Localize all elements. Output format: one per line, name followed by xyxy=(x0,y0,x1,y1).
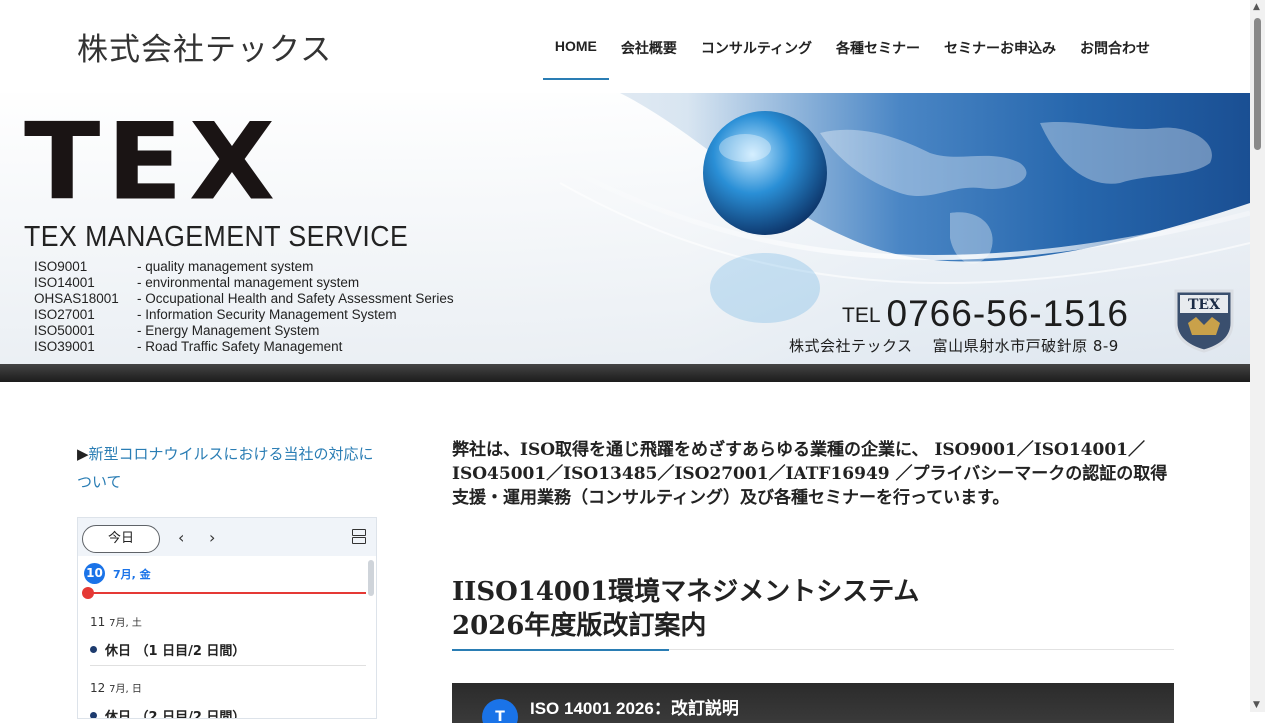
event-dot-icon xyxy=(90,646,97,653)
section-title-line1: IISO14001環境マネジメントシステム xyxy=(452,577,920,607)
covid-notice-text: 新型コロナウイルスにおける当社の対応について xyxy=(77,445,374,491)
tex-logo: TEX xyxy=(24,100,282,225)
channel-avatar[interactable]: T xyxy=(482,699,518,723)
iso-desc: - Road Traffic Safety Management xyxy=(137,339,343,354)
iso-row: ISO9001 - quality management system xyxy=(34,259,454,275)
title-divider-accent xyxy=(452,649,669,651)
tel-label: TEL xyxy=(842,304,881,327)
today-date-circle: 10 xyxy=(84,563,105,584)
scroll-up-arrow-icon[interactable]: ▲ xyxy=(1253,2,1260,12)
hero-banner: TEX TEX MANAGEMENT SERVICE ISO9001 - qual… xyxy=(0,93,1250,382)
section-title-line2: 2026年度版改訂案内 xyxy=(452,611,707,641)
calendar-day: 12 7月, 日 休日 （2 日目/2 日間） xyxy=(90,680,366,719)
iso-desc: - Information Security Management System xyxy=(137,307,397,322)
nav-seminars[interactable]: 各種セミナー xyxy=(824,34,932,80)
tel-number: 0766-56-1516 xyxy=(886,293,1129,334)
iso-row: OHSAS18001 - Occupational Health and Safe… xyxy=(34,291,454,307)
iso-row: ISO50001 - Energy Management System xyxy=(34,323,454,339)
page-scrollbar[interactable]: ▲ ▼ xyxy=(1250,0,1265,712)
calendar-scrollbar[interactable] xyxy=(368,560,374,596)
company-name: 株式会社テックス xyxy=(789,337,913,355)
scroll-down-arrow-icon[interactable]: ▼ xyxy=(1253,700,1260,710)
calendar-day-header: 11 7月, 土 xyxy=(90,614,366,629)
day-number: 12 xyxy=(90,681,106,695)
chevron-right-icon[interactable]: › xyxy=(209,528,215,547)
site-header: 株式会社テックス HOME 会社概要 コンサルティング 各種セミナー セミナーお… xyxy=(0,0,1250,93)
current-time-dot xyxy=(82,587,94,599)
banner-bottom-bar xyxy=(0,364,1250,382)
iso-desc: - Energy Management System xyxy=(137,323,320,338)
nav-contact[interactable]: お問合わせ xyxy=(1068,34,1162,80)
iso-code: ISO39001 xyxy=(34,339,95,354)
iso-desc: - environmental management system xyxy=(137,275,360,290)
day-divider xyxy=(90,665,366,666)
banner-company-address: 株式会社テックス 富山県射水市戸破針原 8-9 xyxy=(789,335,1119,356)
iso-row: ISO27001 - Information Security Managemen… xyxy=(34,307,454,323)
main-nav: HOME 会社概要 コンサルティング 各種セミナー セミナーお申込み お問合わせ xyxy=(542,34,1162,80)
event-dot-icon xyxy=(90,712,97,718)
google-calendar-widget: 今日 ‹ › 10 7月, 金 11 7月, 土 休日 （1 日目/2 日間） … xyxy=(77,517,377,719)
calendar-event[interactable]: 休日 （1 日目/2 日間） xyxy=(90,640,366,659)
iso-standards-list: ISO9001 - quality management system ISO14… xyxy=(34,259,454,355)
current-time-line xyxy=(88,592,366,594)
tex-shield-badge-icon: TEX xyxy=(1174,289,1234,353)
day-number: 11 xyxy=(90,615,106,629)
iso-desc: - Occupational Health and Safety Assessm… xyxy=(137,291,454,306)
site-title[interactable]: 株式会社テックス xyxy=(77,24,332,69)
calendar-day-header: 12 7月, 日 xyxy=(90,680,366,695)
calendar-today: 10 7月, 金 xyxy=(84,563,151,584)
nav-company[interactable]: 会社概要 xyxy=(609,34,689,80)
iso-code: ISO9001 xyxy=(34,259,88,274)
triangle-icon: ▶ xyxy=(77,445,89,463)
banner-subtitle: TEX MANAGEMENT SERVICE xyxy=(24,221,409,253)
nav-consulting[interactable]: コンサルティング xyxy=(689,34,824,80)
calendar-agenda: 10 7月, 金 11 7月, 土 休日 （1 日目/2 日間） 12 7月, … xyxy=(78,556,366,718)
scrollbar-thumb[interactable] xyxy=(1254,18,1261,150)
iso-code: ISO27001 xyxy=(34,307,95,322)
day-date: 7月, 日 xyxy=(109,684,142,695)
company-address: 富山県射水市戸破針原 8-9 xyxy=(932,337,1119,355)
iso-code: ISO50001 xyxy=(34,323,95,338)
event-title: 休日 （1 日目/2 日間） xyxy=(105,644,246,659)
video-title[interactable]: ISO 14001 2026：改訂説明 xyxy=(530,694,739,719)
event-title: 休日 （2 日目/2 日間） xyxy=(105,710,246,719)
iso-row: ISO14001 - environmental management syste… xyxy=(34,275,454,291)
calendar-day: 11 7月, 土 休日 （1 日目/2 日間） xyxy=(90,614,366,659)
section-title: IISO14001環境マネジメントシステム 2026年度版改訂案内 xyxy=(452,575,1172,643)
iso-row: ISO39001 - Road Traffic Safety Management xyxy=(34,339,454,355)
iso-code: ISO14001 xyxy=(34,275,95,290)
covid-notice-link[interactable]: ▶新型コロナウイルスにおける当社の対応について xyxy=(77,440,377,496)
calendar-event[interactable]: 休日 （2 日目/2 日間） xyxy=(90,706,366,719)
intro-text: 弊社は、ISO取得を通じ飛躍をめざすあらゆる業種の企業に、 ISO9001／IS… xyxy=(452,440,1168,508)
calendar-today-button[interactable]: 今日 xyxy=(82,525,160,553)
banner-phone: TEL 0766-56-1516 xyxy=(842,293,1129,335)
iso-desc: - quality management system xyxy=(137,259,314,274)
today-date-label: 7月, 金 xyxy=(113,567,151,581)
iso-code: OHSAS18001 xyxy=(34,291,119,306)
youtube-video-embed[interactable]: T ISO 14001 2026：改訂説明 xyxy=(452,683,1174,723)
day-date: 7月, 土 xyxy=(109,618,142,629)
nav-home[interactable]: HOME xyxy=(542,34,609,80)
calendar-toolbar: 今日 ‹ › xyxy=(78,518,376,556)
agenda-view-icon[interactable] xyxy=(352,529,366,545)
nav-seminar-apply[interactable]: セミナーお申込み xyxy=(932,34,1068,80)
badge-text: TEX xyxy=(1188,297,1220,313)
chevron-left-icon[interactable]: ‹ xyxy=(178,528,184,547)
